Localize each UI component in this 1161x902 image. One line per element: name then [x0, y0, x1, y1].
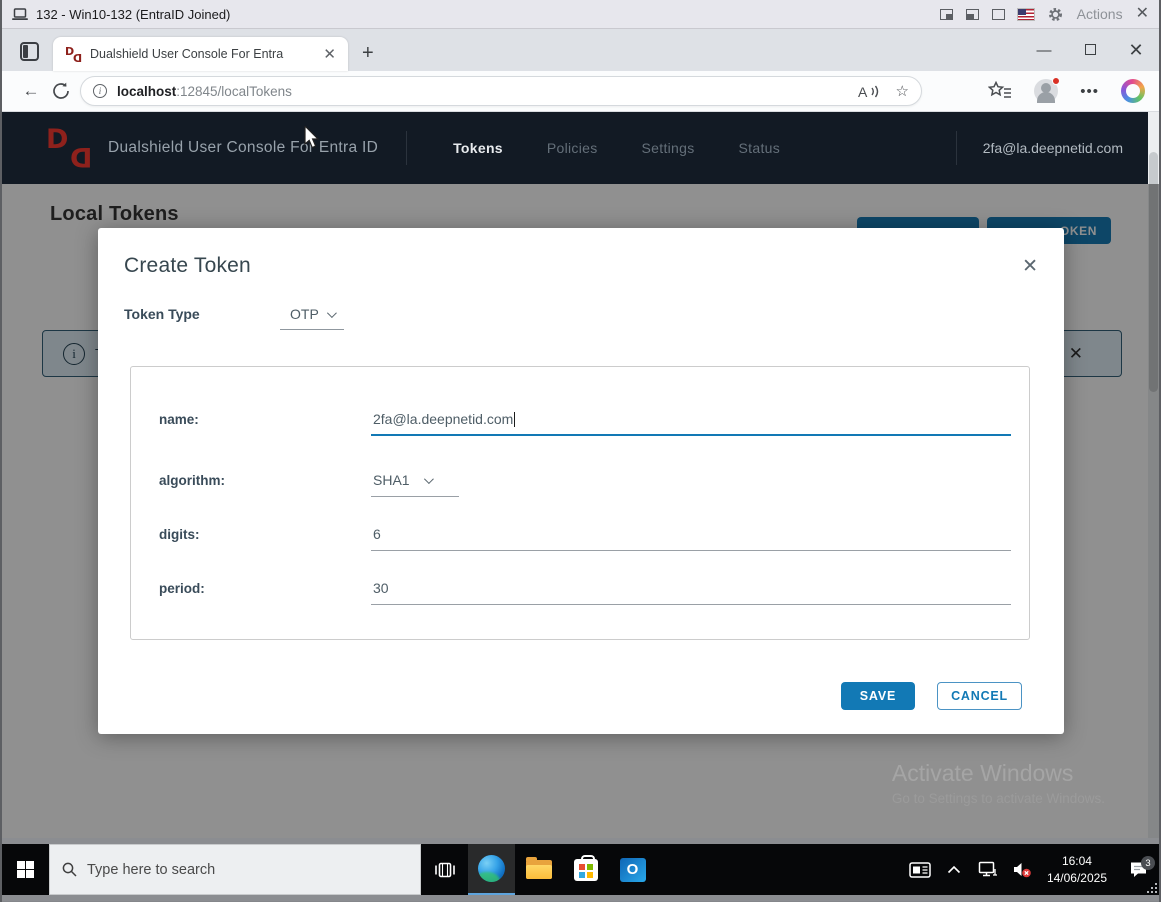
vm-titlebar: 132 - Win10-132 (EntraID Joined) Actions… — [2, 0, 1159, 29]
modal-close-icon[interactable]: ✕ — [1022, 257, 1038, 276]
navbar-divider-right — [956, 131, 957, 165]
refresh-icon[interactable] — [46, 82, 76, 100]
back-icon[interactable]: ← — [16, 81, 46, 101]
notification-count-badge: 3 — [1141, 856, 1155, 870]
token-type-select[interactable]: OTP — [280, 306, 344, 330]
volume-muted-icon[interactable] — [1005, 861, 1039, 878]
vm-fullscreen-icon[interactable] — [992, 9, 1005, 20]
modal-title: Create Token — [124, 254, 251, 278]
favorite-star-icon[interactable]: ☆ — [896, 82, 909, 100]
search-input[interactable] — [87, 862, 387, 878]
text-caret — [514, 412, 515, 427]
dualshield-logo: DD — [46, 127, 94, 169]
watermark-subtitle: Go to Settings to activate Windows. — [892, 791, 1105, 806]
search-icon — [62, 862, 77, 877]
nav-settings[interactable]: Settings — [642, 140, 695, 156]
chevron-down-icon — [424, 474, 434, 484]
vm-view-mode-2-icon[interactable] — [966, 9, 979, 20]
file-explorer-icon[interactable] — [515, 844, 562, 895]
navbar-divider — [406, 131, 407, 165]
watermark-title: Activate Windows — [892, 760, 1105, 787]
profile-avatar[interactable] — [1034, 79, 1058, 103]
outlook-icon[interactable]: O — [609, 844, 656, 895]
mouse-cursor — [304, 126, 322, 150]
browser-restore-icon[interactable] — [1067, 42, 1113, 59]
resize-grip — [1145, 881, 1157, 893]
token-fields-box: name: 2fa@la.deepnetid.com algorithm: SH… — [130, 366, 1030, 640]
browser-tab[interactable]: DD Dualshield User Console For Entra ✕ — [53, 37, 348, 71]
app-brand-title: Dualshield User Console For Entra ID — [108, 139, 378, 157]
start-button[interactable] — [2, 844, 49, 895]
vm-view-mode-icon[interactable] — [940, 9, 953, 20]
vm-close-icon[interactable]: ✕ — [1136, 6, 1149, 22]
period-input[interactable]: 30 — [371, 580, 1011, 605]
windows-logo-icon — [17, 861, 35, 879]
browser-tabstrip: DD Dualshield User Console For Entra ✕ +… — [2, 29, 1159, 71]
nav-policies[interactable]: Policies — [547, 140, 598, 156]
vm-window: 132 - Win10-132 (EntraID Joined) Actions… — [0, 0, 1161, 902]
browser-close-icon[interactable]: ✕ — [1113, 40, 1159, 61]
tab-actions-icon[interactable] — [20, 42, 39, 61]
save-button[interactable]: SAVE — [841, 682, 915, 710]
period-label: period: — [159, 581, 371, 605]
read-aloud-icon[interactable]: A — [858, 83, 880, 100]
algorithm-select[interactable]: SHA1 — [371, 472, 459, 497]
task-view-icon[interactable] — [421, 844, 468, 895]
action-center-icon[interactable]: 3 — [1117, 861, 1159, 878]
vm-actions-button[interactable]: Actions — [1077, 6, 1123, 22]
gear-icon[interactable] — [1047, 6, 1064, 23]
chevron-down-icon — [327, 308, 337, 318]
profile-alert-dot — [1052, 77, 1060, 85]
vm-window-title: 132 - Win10-132 (EntraID Joined) — [36, 7, 230, 22]
digits-input[interactable]: 6 — [371, 526, 1011, 551]
tab-close-icon[interactable]: ✕ — [321, 47, 338, 62]
address-bar[interactable]: i localhost:12845/localTokens A ☆ — [80, 76, 922, 106]
name-label: name: — [159, 412, 371, 436]
algorithm-label: algorithm: — [159, 473, 371, 497]
dualshield-favicon: DD — [65, 47, 82, 62]
vm-frame-bottom — [2, 895, 1159, 901]
keyboard-layout-flag-icon[interactable] — [1018, 9, 1034, 20]
url-text[interactable]: localhost:12845/localTokens — [117, 84, 858, 99]
browser-minimize-icon[interactable]: — — [1021, 42, 1067, 59]
browser-toolbar: ← i localhost:12845/localTokens A ☆ ••• — [2, 71, 1159, 112]
cancel-button[interactable]: CANCEL — [937, 682, 1022, 710]
taskbar-search[interactable] — [49, 844, 421, 895]
nav-tokens[interactable]: Tokens — [453, 140, 503, 156]
taskbar-edge-icon[interactable] — [468, 844, 515, 895]
browser-menu-icon[interactable]: ••• — [1080, 83, 1099, 100]
activate-windows-watermark: Activate Windows Go to Settings to activ… — [892, 760, 1105, 806]
svg-text:A: A — [858, 84, 868, 100]
copilot-icon[interactable] — [1121, 79, 1145, 103]
create-token-modal: Create Token ✕ Token Type OTP name: 2fa@… — [98, 228, 1064, 734]
new-tab-button[interactable]: + — [362, 43, 374, 63]
browser-viewport: DD Dualshield User Console For Entra ID … — [2, 112, 1159, 838]
laptop-icon — [12, 8, 28, 21]
nav-status[interactable]: Status — [739, 140, 781, 156]
name-input[interactable]: 2fa@la.deepnetid.com — [371, 411, 1011, 436]
clock-date: 14/06/2025 — [1047, 870, 1107, 886]
favorites-bar-icon[interactable] — [988, 81, 1012, 101]
taskbar: O 16:04 14/06/2025 3 — [2, 844, 1159, 895]
clock-time: 16:04 — [1047, 853, 1107, 869]
tab-title: Dualshield User Console For Entra — [90, 47, 315, 61]
microsoft-store-icon[interactable] — [562, 844, 609, 895]
show-hidden-icons-chevron[interactable] — [937, 865, 971, 874]
digits-label: digits: — [159, 527, 371, 551]
site-info-icon[interactable]: i — [93, 84, 107, 98]
token-type-label: Token Type — [124, 306, 280, 330]
network-icon[interactable] — [971, 861, 1005, 878]
taskbar-clock[interactable]: 16:04 14/06/2025 — [1039, 853, 1117, 885]
app-navbar: DD Dualshield User Console For Entra ID … — [2, 112, 1159, 184]
widgets-news-icon[interactable] — [903, 861, 937, 879]
token-type-value: OTP — [290, 306, 319, 322]
account-menu[interactable]: 2fa@la.deepnetid.com — [983, 140, 1123, 156]
